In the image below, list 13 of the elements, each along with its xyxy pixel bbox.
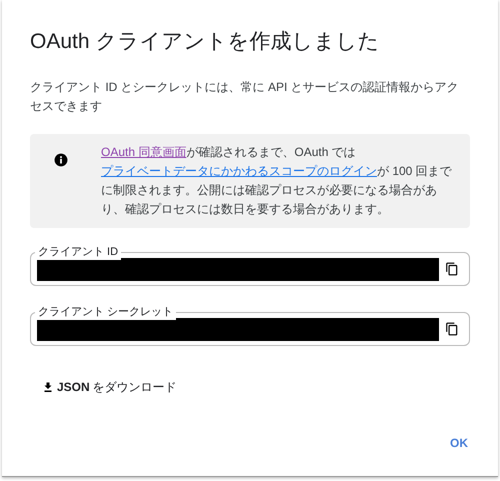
notice-text: OAuth 同意画面が確認されるまで、OAuth では プライベートデータにかかわるスコープのログインが 100 回までに制限されます。公開には確認プロセスが必要になる場合があり、確認プロセスには数日を要する場合があります。 bbox=[101, 144, 453, 218]
notice-link[interactable]: プライベートデータにかかわるスコープのログイン bbox=[101, 164, 377, 178]
field-label: クライアント ID bbox=[35, 244, 122, 260]
ok-button[interactable]: OK bbox=[442, 430, 476, 456]
copy-icon[interactable] bbox=[445, 322, 459, 336]
download-button[interactable]: JSON をダウンロード bbox=[38, 374, 181, 400]
field-label: クライアント シークレット bbox=[35, 304, 176, 320]
description-text: クライアント ID とシークレットには、常に API とサービスの認証情報からアクセスできます bbox=[30, 79, 460, 115]
download-icon bbox=[42, 380, 54, 394]
copy-icon[interactable] bbox=[445, 262, 459, 276]
dialog-title: OAuth クライアントを作成しました bbox=[30, 29, 380, 55]
info-icon bbox=[54, 153, 68, 167]
notice-link[interactable]: OAuth 同意画面 bbox=[101, 145, 186, 159]
